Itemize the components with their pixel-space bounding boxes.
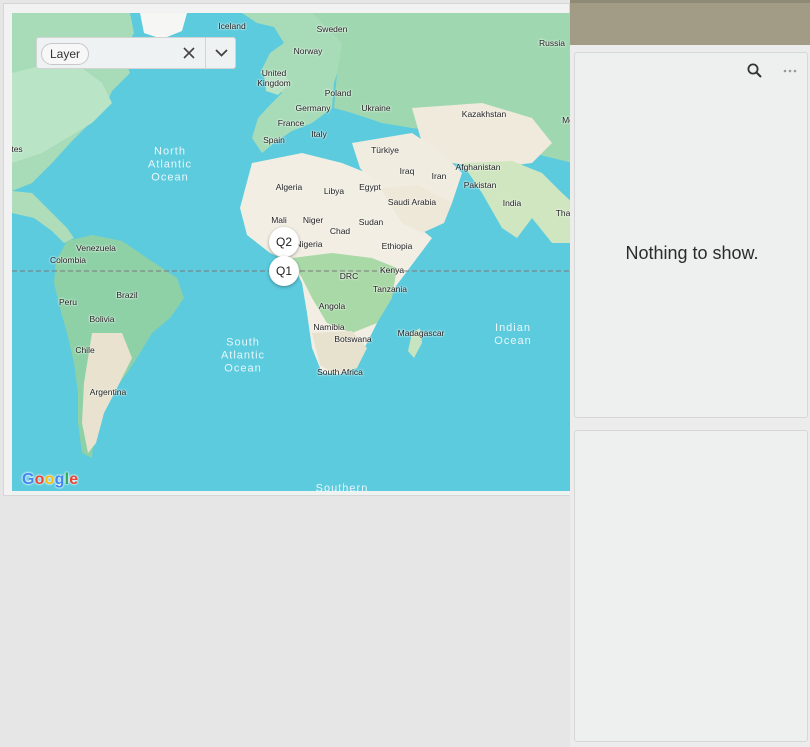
- results-card: Nothing to show.: [574, 52, 808, 418]
- map-label-tes: tes: [12, 144, 23, 154]
- right-panel: Nothing to show.: [570, 0, 810, 747]
- chevron-down-icon[interactable]: [205, 38, 237, 68]
- map-label-south-africa: South Africa: [317, 367, 363, 377]
- map-label-botswana: Botswana: [334, 334, 372, 344]
- ocean-label: North Atlantic Ocean: [147, 145, 193, 184]
- map-label-chile: Chile: [75, 345, 95, 355]
- map-label-norway: Norway: [293, 46, 323, 56]
- map-card: Iceland Sweden Russia Norway United Kingdom Po…: [3, 3, 573, 496]
- map-label-niger: Niger: [302, 215, 324, 225]
- map-label-kingdom: Kingdom: [257, 78, 291, 88]
- map-label-afghanistan: Afghanistan: [455, 162, 501, 172]
- map-label-sudan: Sudan: [358, 217, 384, 227]
- map-label-mali: Mali: [271, 215, 287, 225]
- map-label-united: United: [261, 68, 287, 78]
- map-label-iraq: Iraq: [399, 166, 415, 176]
- map-label-drc: DRC: [339, 271, 359, 281]
- secondary-card: [574, 430, 808, 742]
- empty-state-message: Nothing to show.: [625, 243, 759, 263]
- map-label-egypt: Egypt: [359, 182, 381, 192]
- layer-chip[interactable]: Layer: [41, 43, 90, 65]
- map-label-poland: Poland: [324, 88, 352, 98]
- map-marker-q2[interactable]: Q2: [269, 227, 299, 257]
- map-label-pakistan: Pakistan: [463, 180, 497, 190]
- map-label-madagascar: Madagascar: [397, 328, 445, 338]
- map-label-iran: Iran: [431, 171, 447, 181]
- world-map[interactable]: Iceland Sweden Russia Norway United Kingdom Po…: [12, 13, 573, 495]
- ocean-label: Indian Ocean: [494, 322, 532, 347]
- map-label-kazakhstan: Kazakhstan: [461, 109, 507, 119]
- map-label-colombia: Colombia: [50, 255, 86, 265]
- map-label-sweden: Sweden: [316, 24, 348, 34]
- map-label-venezuela: Venezuela: [76, 243, 116, 253]
- map-label-algeria: Algeria: [275, 182, 303, 192]
- map-label-argentina: Argentina: [89, 387, 127, 397]
- map-label-peru: Peru: [59, 297, 77, 307]
- map-label-namibia: Namibia: [313, 322, 345, 332]
- map-marker-q1[interactable]: Q1: [269, 256, 299, 286]
- map-label-india: India: [502, 198, 522, 208]
- google-logo: Google: [22, 471, 79, 488]
- map-label-kenya: Kenya: [379, 265, 405, 275]
- layer-filter[interactable]: Layer: [36, 37, 236, 69]
- map-label-saudi-arabia: Saudi Arabia: [387, 197, 437, 207]
- search-icon[interactable]: [746, 62, 764, 80]
- map-label-angola: Angola: [318, 301, 346, 311]
- map-label-libya: Libya: [323, 186, 345, 196]
- close-icon[interactable]: [180, 44, 198, 62]
- map-label-ethiopia: Ethiopia: [381, 241, 413, 251]
- map-label-chad: Chad: [329, 226, 351, 236]
- map-label-bolivia: Bolivia: [89, 314, 115, 324]
- map-label-germany: Germany: [295, 103, 331, 113]
- map-label-france: France: [277, 118, 305, 128]
- map-label-t-rkiye: Türkiye: [371, 145, 399, 155]
- map-label-tanzania: Tanzania: [372, 284, 408, 294]
- map-label-italy: Italy: [311, 129, 327, 139]
- map-label-spain: Spain: [263, 135, 285, 145]
- more-horizontal-icon[interactable]: [781, 62, 799, 80]
- map-label-iceland: Iceland: [218, 21, 246, 31]
- map-label-ukraine: Ukraine: [361, 103, 391, 113]
- panel-header-strip: [570, 0, 810, 45]
- map-label-brazil: Brazil: [116, 290, 138, 300]
- ocean-label: South Atlantic Ocean: [220, 336, 266, 375]
- ocean-label: Southern: [315, 482, 369, 495]
- map-label-russia: Russia: [539, 38, 565, 48]
- map-label-nigeria: Nigeria: [295, 239, 323, 249]
